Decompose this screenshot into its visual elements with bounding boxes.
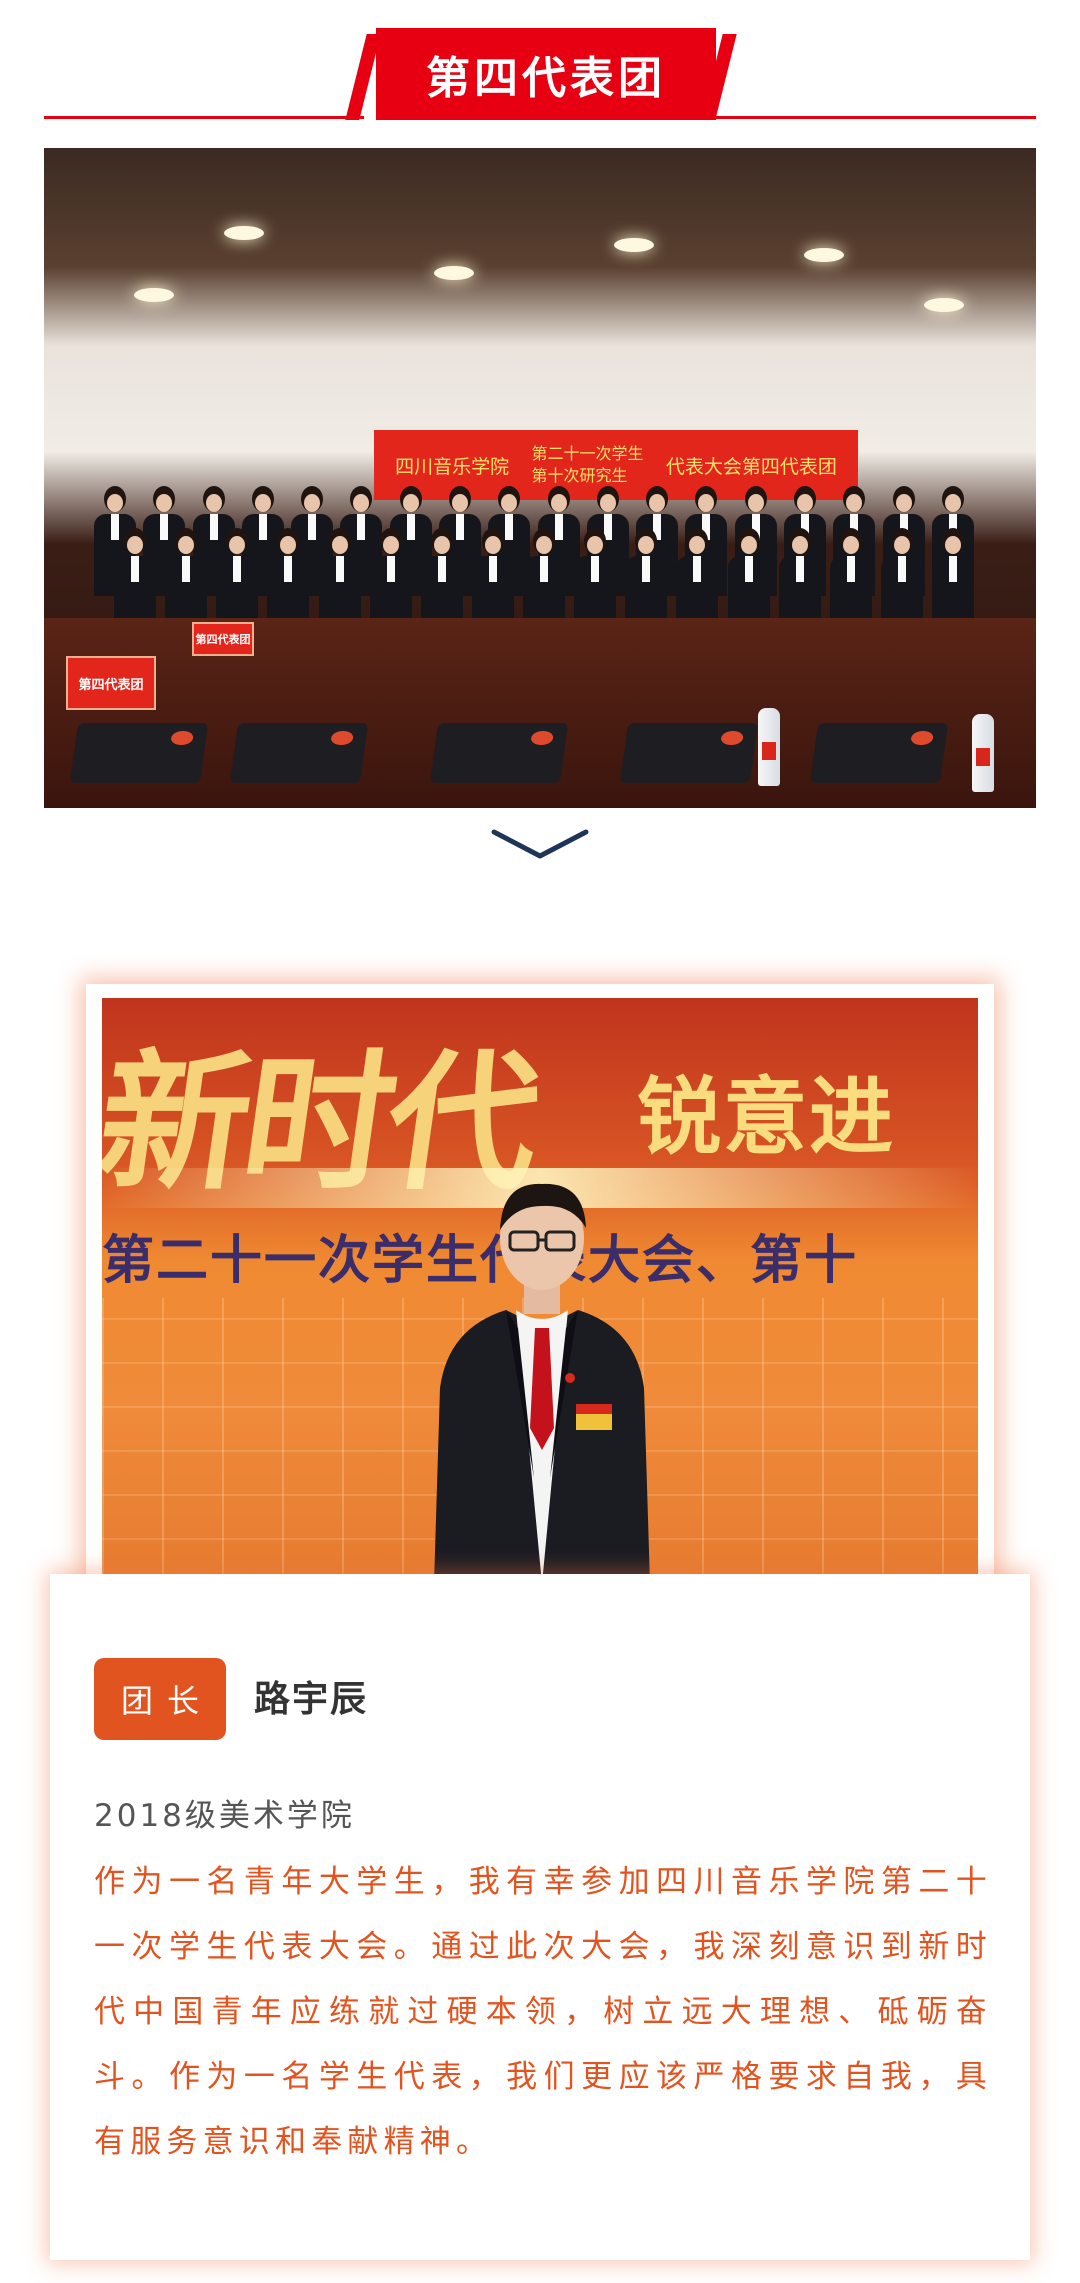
name-card: 第四代表团	[192, 622, 254, 656]
banner-text-left: 四川音乐学院	[395, 455, 510, 478]
banner-text-stack: 第二十一次学生 第十次研究生	[531, 443, 643, 487]
seat-pad	[809, 723, 949, 783]
backdrop-slogan-side: 锐意进	[637, 1067, 896, 1166]
seat-pad	[619, 723, 759, 783]
name-card: 第四代表团	[66, 656, 156, 710]
banner-text-stack-bottom: 第十次研究生	[531, 466, 628, 485]
seat-pad	[229, 723, 369, 783]
ceiling-light	[434, 266, 474, 280]
water-bottle	[758, 708, 780, 786]
personal-statement: 作为一名青年大学生，我有幸参加四川音乐学院第二十一次学生代表大会。通过此次大会，…	[94, 1864, 992, 2160]
ceiling-light	[224, 226, 264, 240]
person-name: 路宇辰	[254, 1679, 369, 1720]
ceiling-light	[134, 288, 174, 302]
seat-pad	[429, 723, 569, 783]
section-title: 第四代表团	[376, 28, 716, 120]
ceiling-light	[804, 248, 844, 262]
title-rule-right	[716, 116, 1036, 119]
group-photo[interactable]: 四川音乐学院 第二十一次学生 第十次研究生 代表大会第四代表团 第四代表团 第四…	[44, 148, 1036, 808]
chevron-down-icon	[491, 829, 589, 859]
portrait-photo[interactable]: 新时代 锐意进 第二十一次学生代表大会、第十	[102, 998, 978, 1584]
title-rule-left	[44, 116, 364, 119]
role-badge: 团长	[94, 1658, 226, 1740]
ceiling-light	[924, 298, 964, 312]
class-info: 2018级美术学院	[94, 1798, 355, 1834]
delegate-figure	[434, 1183, 650, 1584]
banner-text-stack-top: 第二十一次学生	[531, 444, 644, 463]
seat-pad	[69, 723, 209, 783]
page: 第四代表团 四川音乐学院 第二十一次学生 第十次研究生 代表大会第四代表团 第四…	[0, 0, 1080, 2283]
ceiling-light	[614, 238, 654, 252]
water-bottle	[972, 714, 994, 792]
banner-text-right: 代表大会第四代表团	[665, 455, 837, 478]
